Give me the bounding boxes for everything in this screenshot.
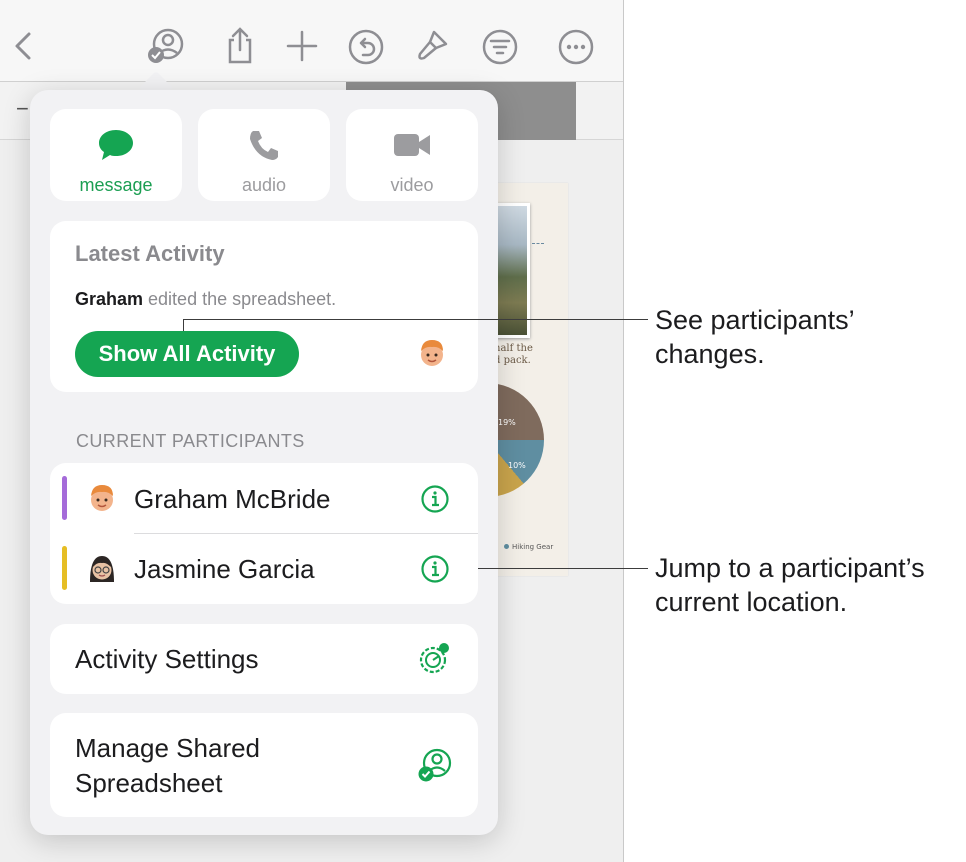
participant-row[interactable]: Graham McBride <box>50 463 478 534</box>
pie-label: 19% <box>498 418 516 427</box>
manage-shared-label: Manage Shared Spreadsheet <box>75 733 261 798</box>
video-label: video <box>390 175 434 195</box>
doc-caption: half the d pack. <box>494 343 533 366</box>
callout-jump-location: Jump to a participant’s current location… <box>655 553 925 617</box>
participant-name: Graham McBride <box>134 484 331 514</box>
collaboration-popover: message audio video Latest Activity Grah… <box>30 90 498 835</box>
message-label: message <box>79 175 153 195</box>
participant-color-bar <box>62 476 67 520</box>
message-bubble-icon <box>96 127 136 163</box>
info-icon[interactable] <box>420 484 450 514</box>
organize-icon[interactable] <box>480 26 520 66</box>
collaborate-check-icon <box>415 745 455 785</box>
latest-activity-card: Latest Activity Graham edited the spread… <box>50 221 478 392</box>
callout-participants-changes: See participants’ changes. <box>655 305 854 369</box>
callout-leader <box>478 568 648 569</box>
participant-name: Jasmine Garcia <box>134 554 315 584</box>
message-button[interactable]: message <box>50 109 182 201</box>
info-icon[interactable] <box>420 554 450 584</box>
participants-header: CURRENT PARTICIPANTS <box>76 431 305 451</box>
format-brush-icon[interactable] <box>412 26 452 66</box>
jasmine-avatar <box>86 552 118 584</box>
graham-avatar <box>416 337 448 369</box>
chart-legend: Hiking Gear <box>504 543 553 551</box>
undo-icon[interactable] <box>346 26 386 66</box>
activity-settings-row[interactable]: Activity Settings <box>50 624 478 694</box>
share-icon[interactable] <box>220 26 260 66</box>
video-camera-icon <box>392 127 432 163</box>
activity-settings-icon <box>415 639 455 679</box>
toolbar <box>0 0 623 82</box>
connector-line <box>532 243 544 244</box>
latest-activity-title: Latest Activity <box>75 241 225 266</box>
activity-user: Graham <box>75 289 144 309</box>
audio-label: audio <box>241 175 287 195</box>
graham-avatar <box>86 482 118 514</box>
participants-list: Graham McBride Jasmine Garcia <box>50 463 478 604</box>
manage-shared-row[interactable]: Manage Shared Spreadsheet <box>50 713 478 817</box>
legend-label: Hiking Gear <box>512 543 554 551</box>
latest-activity-text: Graham edited the spreadsheet. <box>75 289 336 310</box>
legend-dot <box>504 544 509 549</box>
show-all-activity-button[interactable]: Show All Activity <box>75 331 299 377</box>
callout-leader <box>183 319 184 331</box>
callout-leader <box>183 319 648 320</box>
collaborate-icon[interactable] <box>146 26 186 66</box>
phone-icon <box>244 127 284 163</box>
add-icon[interactable] <box>282 26 322 66</box>
participant-row[interactable]: Jasmine Garcia <box>50 533 478 603</box>
pie-label: 10% <box>508 461 526 470</box>
more-icon[interactable] <box>556 26 596 66</box>
video-button[interactable]: video <box>346 109 478 201</box>
activity-settings-label: Activity Settings <box>75 644 259 674</box>
participant-color-bar <box>62 546 67 590</box>
audio-button[interactable]: audio <box>198 109 330 201</box>
back-chevron-icon[interactable] <box>4 26 44 66</box>
activity-description: edited the spreadsheet. <box>143 289 337 309</box>
